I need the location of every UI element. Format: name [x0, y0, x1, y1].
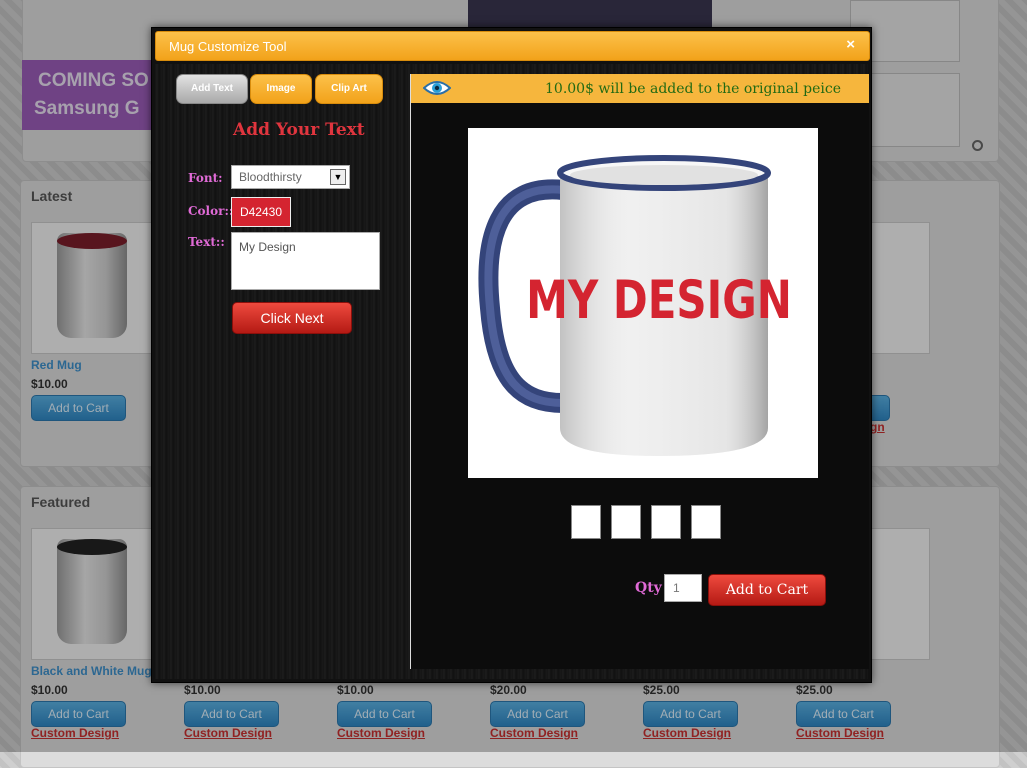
mug-inside [570, 165, 758, 185]
price-note: 10.00$ will be added to the original pei… [545, 81, 842, 97]
modal-body: Add Text Image Clip Art Add Your Text Fo… [155, 64, 869, 679]
mug-view-thumb-4[interactable] [691, 505, 721, 539]
color-picker[interactable]: D42430 [231, 197, 291, 227]
mug-view-thumb-1[interactable] [571, 505, 601, 539]
design-text-input[interactable]: My Design [231, 232, 380, 290]
qty-label: Qty [635, 580, 662, 596]
text-label: Text:: [188, 235, 225, 249]
preview-panel: 10.00$ will be added to the original pei… [410, 74, 869, 669]
chevron-down-icon[interactable]: ▼ [330, 169, 346, 185]
design-text-preview: MY DESIGN [526, 271, 792, 332]
modal-header: Mug Customize Tool × [155, 31, 870, 61]
mug-preview-canvas[interactable]: MY DESIGN [468, 128, 818, 478]
font-label: Font: [188, 171, 223, 185]
close-icon[interactable]: × [846, 36, 855, 53]
tab-clip-art[interactable]: Clip Art [315, 74, 383, 104]
font-select-value: Bloodthirsty [239, 170, 302, 184]
click-next-button[interactable]: Click Next [232, 302, 352, 334]
color-label: Color:: [188, 204, 234, 218]
qty-input[interactable]: 1 [664, 574, 702, 602]
mug-customize-modal: Mug Customize Tool × Add Text Image Clip… [151, 27, 872, 683]
add-to-cart-button[interactable]: Add to Cart [708, 574, 826, 606]
mug-preview-image: MY DESIGN [478, 155, 792, 456]
tab-image[interactable]: Image [250, 74, 312, 104]
price-note-bar: 10.00$ will be added to the original pei… [411, 74, 869, 103]
eye-icon[interactable] [423, 79, 451, 97]
mug-view-thumb-2[interactable] [611, 505, 641, 539]
mug-view-thumb-3[interactable] [651, 505, 681, 539]
font-select[interactable]: Bloodthirsty ▼ [231, 165, 350, 189]
modal-title: Mug Customize Tool [169, 39, 287, 54]
tab-add-text[interactable]: Add Text [176, 74, 248, 104]
add-text-heading: Add Your Text [233, 120, 365, 140]
